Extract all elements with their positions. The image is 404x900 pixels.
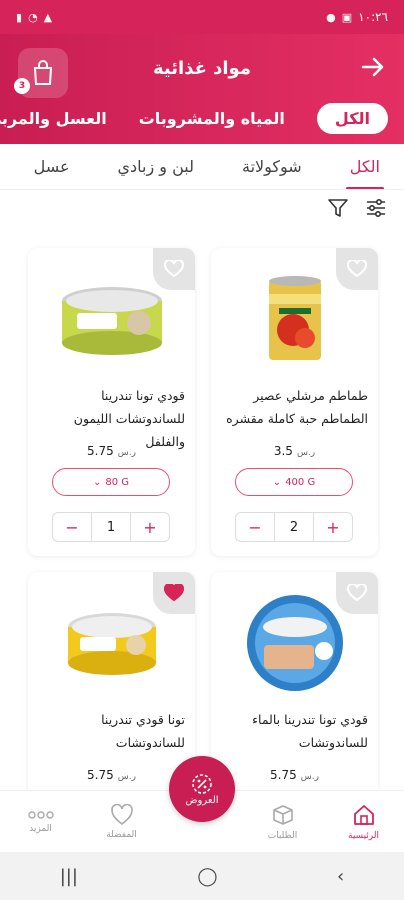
sliders-icon[interactable] (364, 196, 388, 220)
chevron-down-icon: ⌄ (92, 476, 102, 488)
heart-icon (110, 803, 133, 825)
filter-icon[interactable] (326, 196, 350, 220)
system-navigation-bar: ||| ◯ ‹ (0, 852, 404, 900)
status-time: ١٠:٢٦ (358, 10, 388, 24)
product-card[interactable]: تونا قودي تندرينا للساندوتشات ر.س5.75 (28, 572, 195, 802)
product-card[interactable]: قودي تونا تندرينا للساندوتشات الليمون وا… (28, 248, 195, 556)
product-image (38, 588, 185, 698)
tuna-can-icon (67, 613, 156, 675)
nav-home[interactable]: الرئيسية (323, 791, 404, 852)
product-price: ر.س5.75 (270, 768, 319, 782)
subcategory-tabs: الكل شوكولاتة لبن و زبادي عسل (0, 144, 404, 190)
arrow-right-icon[interactable] (358, 52, 388, 82)
tab-milk-yogurt[interactable]: لبن و زبادي (118, 144, 194, 189)
status-bar: ▮ ◔ ▲ ● ▣ ١٠:٢٦ (0, 0, 404, 34)
header: 3 مواد غذائية الكل المياه والمشروبات الع… (0, 34, 404, 144)
product-name: قودي تونا تندرينا للساندوتشات الليمون وا… (73, 388, 185, 449)
size-select[interactable]: ⌄ 400 G (235, 468, 353, 496)
decrement-button[interactable]: − (53, 513, 91, 541)
category-honey-jam[interactable]: العسل والمربى (0, 109, 107, 128)
tab-chocolate[interactable]: شوكولاتة (242, 144, 302, 189)
product-image (38, 264, 185, 374)
increment-button[interactable]: + (314, 513, 352, 541)
quantity-value: 2 (274, 513, 314, 541)
signal-icon: ▲ (43, 10, 53, 24)
product-card[interactable]: قودي تونا تندرينا بالماء للساندوتشات ر.س… (211, 572, 378, 802)
cart-count-badge: 3 (14, 78, 30, 94)
tuna-can-icon (61, 287, 162, 355)
decrement-button[interactable]: − (236, 513, 274, 541)
offers-button[interactable]: العروض (169, 756, 235, 822)
tab-all[interactable]: الكل (345, 144, 385, 189)
product-price: ر.س5.75 (87, 444, 136, 458)
wifi-icon: ◔ (28, 10, 38, 24)
product-price: ر.س3.5 (273, 444, 316, 458)
back-chevron-icon[interactable]: ‹ (337, 866, 344, 887)
quantity-stepper: − 2 + (235, 512, 353, 542)
tuna-can-icon (246, 595, 343, 691)
status-icons-left: ▮ ◔ ▲ (16, 11, 52, 24)
page-title: مواد غذائية (153, 58, 251, 79)
nav-orders[interactable]: الطلبات (242, 791, 323, 852)
increment-button[interactable]: + (131, 513, 169, 541)
more-icon (27, 810, 54, 819)
chevron-down-icon: ⌄ (272, 476, 282, 488)
tomato-can-icon (268, 276, 321, 360)
alarm-icon: ● (326, 10, 336, 24)
product-image (221, 264, 368, 374)
product-name: قودي تونا تندرينا بالماء للساندوتشات (252, 712, 368, 750)
category-all[interactable]: الكل (316, 102, 388, 134)
box-icon (272, 804, 293, 825)
category-water-drinks[interactable]: المياه والمشروبات (139, 109, 285, 128)
nav-more[interactable]: المزيد (0, 791, 81, 852)
product-card[interactable]: طماطم مرشلي عصير الطماطم حبة كاملة مقشره… (211, 248, 378, 556)
quantity-value: 1 (91, 513, 131, 541)
tab-honey[interactable]: عسل (34, 144, 70, 189)
recent-apps-icon[interactable]: ||| (60, 866, 78, 887)
toolbar (326, 196, 388, 220)
quantity-stepper: − 1 + (52, 512, 170, 542)
category-pills: الكل المياه والمشروبات العسل والمربى (0, 98, 404, 138)
status-icons-right: ● ▣ ١٠:٢٦ (326, 10, 388, 24)
discount-badge-icon (192, 773, 212, 794)
nav-favorites[interactable]: المفضلة (81, 791, 162, 852)
battery-icon: ▮ (16, 10, 23, 24)
product-image (221, 588, 368, 698)
home-icon (353, 804, 374, 825)
image-icon: ▣ (341, 10, 353, 24)
size-select[interactable]: ⌄ 80 G (52, 468, 170, 496)
home-circle-icon[interactable]: ◯ (197, 866, 217, 887)
product-name: تونا قودي تندرينا للساندوتشات (101, 712, 185, 750)
product-name: طماطم مرشلي عصير الطماطم حبة كاملة مقشره (226, 388, 368, 426)
